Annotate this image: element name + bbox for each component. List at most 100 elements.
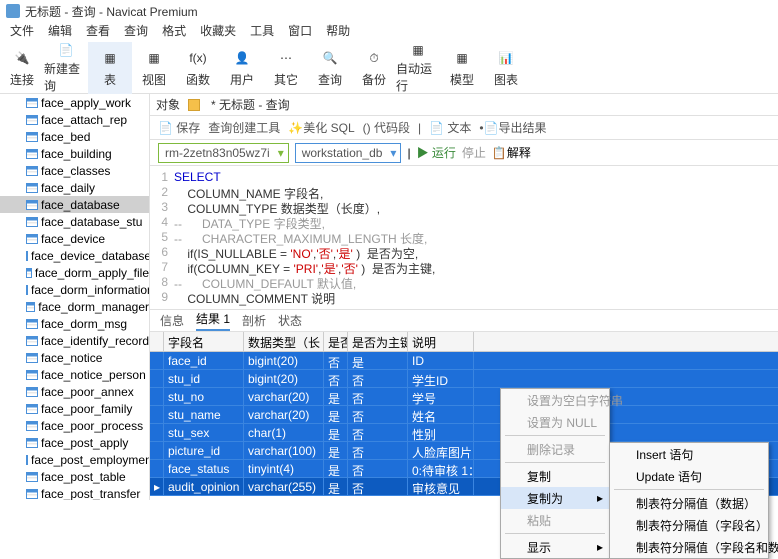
ctx-tsv-data[interactable]: 制表符分隔值（数据） bbox=[610, 492, 768, 514]
table-icon bbox=[26, 98, 38, 108]
toolbar-视图[interactable]: ▦视图 bbox=[132, 42, 176, 94]
menu-help[interactable]: 帮助 bbox=[326, 22, 350, 42]
sidebar-tree[interactable]: face_apply_workface_attach_repface_bedfa… bbox=[0, 94, 150, 500]
tab-profile[interactable]: 剖析 bbox=[242, 312, 266, 329]
ctx-set-null[interactable]: 设置为 NULL bbox=[501, 411, 609, 433]
ctx-copy-as[interactable]: 复制为 bbox=[501, 487, 609, 509]
grid-row[interactable]: stu_idbigint(20)否否学生ID bbox=[150, 370, 778, 388]
table-face_poor_annex[interactable]: face_poor_annex bbox=[0, 383, 149, 400]
menu-bar: 文件 编辑 查看 查询 格式 收藏夹 工具 窗口 帮助 bbox=[0, 22, 778, 42]
connection-bar: rm-2zetn83n05wz7i workstation_db | ▶ 运行 … bbox=[150, 140, 778, 166]
table-face_notice_person[interactable]: face_notice_person bbox=[0, 366, 149, 383]
table-face_identify_record[interactable]: face_identify_record bbox=[0, 332, 149, 349]
grid-row[interactable]: stu_novarchar(20)是否学号 bbox=[150, 388, 778, 406]
run-button[interactable]: ▶ 运行 bbox=[417, 144, 456, 161]
app-icon bbox=[6, 4, 20, 18]
tab-objects[interactable]: 对象 bbox=[156, 96, 180, 113]
table-face_dorm_manager[interactable]: face_dorm_manager bbox=[0, 298, 149, 315]
col-header[interactable]: 是否为主键 bbox=[348, 332, 408, 351]
ctx-update-stmt[interactable]: Update 语句 bbox=[610, 465, 768, 487]
ctx-tsv-both[interactable]: 制表符分隔值（字段名和数据） bbox=[610, 536, 768, 558]
menu-tools[interactable]: 工具 bbox=[250, 22, 274, 42]
export-button[interactable]: •📄导出结果 bbox=[479, 119, 546, 136]
grid-row[interactable]: stu_namevarchar(20)是否姓名 bbox=[150, 406, 778, 424]
table-face_apply_work[interactable]: face_apply_work bbox=[0, 94, 149, 111]
database-combo[interactable]: workstation_db bbox=[295, 143, 402, 163]
menu-query[interactable]: 查询 bbox=[124, 22, 148, 42]
snippet-button[interactable]: () 代码段 bbox=[363, 119, 410, 136]
toolbar-其它[interactable]: ⋯其它 bbox=[264, 42, 308, 94]
col-header[interactable]: 是否为空 bbox=[324, 332, 348, 351]
toolbar-图表[interactable]: 📊图表 bbox=[484, 42, 528, 94]
toolbar-新建查询[interactable]: 📄新建查询 bbox=[44, 42, 88, 94]
table-face_post_apply[interactable]: face_post_apply bbox=[0, 434, 149, 451]
connection-combo[interactable]: rm-2zetn83n05wz7i bbox=[158, 143, 289, 163]
tab-result1[interactable]: 结果 1 bbox=[196, 310, 230, 331]
ctx-delete[interactable]: 删除记录 bbox=[501, 438, 609, 460]
menu-view[interactable]: 查看 bbox=[86, 22, 110, 42]
toolbar-连接[interactable]: 🔌连接 bbox=[0, 42, 44, 94]
ctx-tsv-cols[interactable]: 制表符分隔值（字段名） bbox=[610, 514, 768, 536]
table-face_bed[interactable]: face_bed bbox=[0, 128, 149, 145]
table-face_post_transfer[interactable]: face_post_transfer bbox=[0, 485, 149, 500]
table-face_device_database[interactable]: face_device_database bbox=[0, 247, 149, 264]
table-face_dorm_msg[interactable]: face_dorm_msg bbox=[0, 315, 149, 332]
table-face_device[interactable]: face_device bbox=[0, 230, 149, 247]
table-face_database_stu[interactable]: face_database_stu bbox=[0, 213, 149, 230]
grid-row[interactable]: stu_sexchar(1)是否性别 bbox=[150, 424, 778, 442]
menu-format[interactable]: 格式 bbox=[162, 22, 186, 42]
toolbar-备份[interactable]: ⏱备份 bbox=[352, 42, 396, 94]
menu-window[interactable]: 窗口 bbox=[288, 22, 312, 42]
table-icon bbox=[26, 217, 38, 227]
grid-row[interactable]: face_idbigint(20)否是ID bbox=[150, 352, 778, 370]
table-face_poor_family[interactable]: face_poor_family bbox=[0, 400, 149, 417]
toolbar-用户[interactable]: 👤用户 bbox=[220, 42, 264, 94]
toolbar-函数[interactable]: f(x)函数 bbox=[176, 42, 220, 94]
col-header[interactable]: 字段名 bbox=[164, 332, 244, 351]
col-header[interactable]: 说明 bbox=[408, 332, 474, 351]
table-face_database[interactable]: face_database bbox=[0, 196, 149, 213]
beautify-button[interactable]: ✨美化 SQL bbox=[288, 119, 354, 136]
table-face_classes[interactable]: face_classes bbox=[0, 162, 149, 179]
table-icon bbox=[26, 302, 35, 312]
text-button[interactable]: 📄 文本 bbox=[429, 119, 471, 136]
toolbar-自动运行[interactable]: ▦自动运行 bbox=[396, 42, 440, 94]
ctx-paste[interactable]: 粘贴 bbox=[501, 509, 609, 531]
save-button[interactable]: 📄 保存 bbox=[158, 119, 200, 136]
ctx-insert-stmt[interactable]: Insert 语句 bbox=[610, 443, 768, 465]
table-icon bbox=[26, 472, 38, 482]
explain-button[interactable]: 📋解释 bbox=[492, 144, 531, 161]
toolbar-模型[interactable]: ▦模型 bbox=[440, 42, 484, 94]
grid-header: 字段名数据类型（长是否为空是否为主键说明 bbox=[150, 332, 778, 352]
sql-editor[interactable]: 1SELECT2 COLUMN_NAME 字段名,3 COLUMN_TYPE 数… bbox=[150, 166, 778, 310]
stop-button[interactable]: 停止 bbox=[462, 144, 486, 161]
ctx-copy[interactable]: 复制 bbox=[501, 465, 609, 487]
table-face_building[interactable]: face_building bbox=[0, 145, 149, 162]
table-icon bbox=[26, 166, 38, 176]
table-icon bbox=[26, 387, 38, 397]
table-icon bbox=[26, 438, 38, 448]
table-icon bbox=[26, 200, 38, 210]
col-header[interactable] bbox=[150, 332, 164, 351]
table-icon bbox=[26, 132, 38, 142]
tab-info[interactable]: 信息 bbox=[160, 312, 184, 329]
toolbar-查询[interactable]: 🔍查询 bbox=[308, 42, 352, 94]
menu-edit[interactable]: 编辑 bbox=[48, 22, 72, 42]
ctx-show[interactable]: 显示 bbox=[501, 536, 609, 558]
table-face_notice[interactable]: face_notice bbox=[0, 349, 149, 366]
tab-query[interactable]: * 无标题 - 查询 bbox=[211, 96, 290, 113]
table-face_dorm_apply_file[interactable]: face_dorm_apply_file bbox=[0, 264, 149, 281]
menu-file[interactable]: 文件 bbox=[10, 22, 34, 42]
table-face_post_table[interactable]: face_post_table bbox=[0, 468, 149, 485]
tab-status[interactable]: 状态 bbox=[278, 312, 302, 329]
table-face_attach_rep[interactable]: face_attach_rep bbox=[0, 111, 149, 128]
table-face_dorm_information[interactable]: face_dorm_information bbox=[0, 281, 149, 298]
builder-button[interactable]: 查询创建工具 bbox=[208, 119, 280, 136]
ctx-set-blank[interactable]: 设置为空白字符串 bbox=[501, 389, 609, 411]
col-header[interactable]: 数据类型（长 bbox=[244, 332, 324, 351]
toolbar-表[interactable]: ▦表 bbox=[88, 42, 132, 94]
table-face_daily[interactable]: face_daily bbox=[0, 179, 149, 196]
table-face_poor_process[interactable]: face_poor_process bbox=[0, 417, 149, 434]
table-face_post_employmen[interactable]: face_post_employmen bbox=[0, 451, 149, 468]
menu-fav[interactable]: 收藏夹 bbox=[200, 22, 236, 42]
